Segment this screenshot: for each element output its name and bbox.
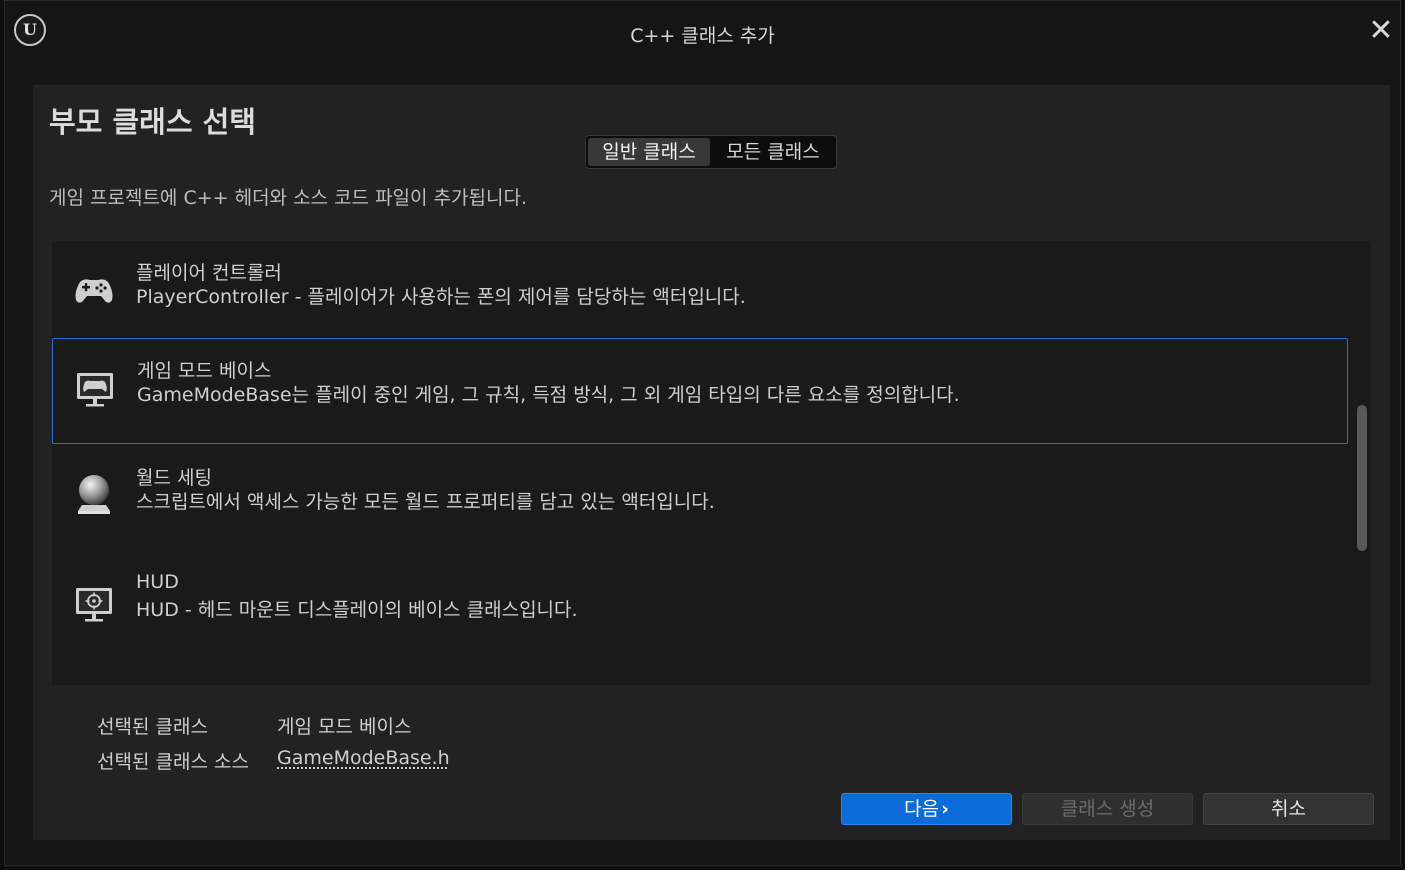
cancel-button[interactable]: 취소 <box>1203 793 1374 825</box>
class-item-description: 스크립트에서 액세스 가능한 모든 월드 프로퍼티를 담고 있는 액터입니다. <box>136 491 715 513</box>
scrollbar-thumb[interactable] <box>1357 405 1367 551</box>
list-scrollbar[interactable] <box>1356 241 1368 685</box>
game-mode-monitor-icon <box>71 364 119 412</box>
class-item-name: 월드 세팅 <box>136 467 212 489</box>
parent-class-list: 플레이어 컨트롤러 PlayerController - 플레이어가 사용하는 … <box>52 241 1371 685</box>
selected-class-source-label: 선택된 클래스 소스 <box>97 751 249 773</box>
class-item-name: HUD <box>136 571 179 593</box>
world-settings-sphere-icon <box>70 471 118 519</box>
close-button[interactable]: ✕ <box>1368 16 1394 46</box>
selected-class-source-link[interactable]: GameModeBase.h <box>277 747 450 769</box>
create-class-button[interactable]: 클래스 생성 <box>1022 793 1193 825</box>
window-title: C++ 클래스 추가 <box>630 25 775 47</box>
class-filter-toggle: 일반 클래스 모든 클래스 <box>585 135 837 169</box>
chevron-right-icon: › <box>941 798 949 820</box>
tab-common-classes[interactable]: 일반 클래스 <box>588 138 710 166</box>
class-item-description: HUD - 헤드 마운트 디스플레이의 베이스 클래스입니다. <box>136 599 578 621</box>
title-bar: U C++ 클래스 추가 ✕ <box>5 1 1400 63</box>
class-item-description: PlayerController - 플레이어가 사용하는 폰의 제어를 담당하… <box>136 286 746 308</box>
class-item-player-controller[interactable]: 플레이어 컨트롤러 PlayerController - 플레이어가 사용하는 … <box>52 241 1348 347</box>
class-item-game-mode-base[interactable]: 게임 모드 베이스 GameModeBase는 플레이 중인 게임, 그 규칙,… <box>52 338 1348 444</box>
next-button-label: 다음 <box>904 798 940 820</box>
tab-all-classes[interactable]: 모든 클래스 <box>712 138 834 166</box>
class-item-name: 플레이어 컨트롤러 <box>136 262 282 284</box>
selected-class-value: 게임 모드 베이스 <box>277 716 412 738</box>
gamepad-icon <box>70 266 118 314</box>
page-title: 부모 클래스 선택 <box>49 105 256 139</box>
dialog-description: 게임 프로젝트에 C++ 헤더와 소스 코드 파일이 추가됩니다. <box>49 187 527 209</box>
class-item-world-settings[interactable]: 월드 세팅 스크립트에서 액세스 가능한 모든 월드 프로퍼티를 담고 있는 액… <box>52 446 1348 552</box>
hud-monitor-icon <box>70 579 118 627</box>
selected-class-label: 선택된 클래스 <box>97 716 208 738</box>
content-panel: 부모 클래스 선택 일반 클래스 모든 클래스 게임 프로젝트에 C++ 헤더와… <box>33 85 1390 840</box>
class-item-hud[interactable]: HUD HUD - 헤드 마운트 디스플레이의 베이스 클래스입니다. <box>52 554 1348 660</box>
add-cpp-class-dialog: U C++ 클래스 추가 ✕ 부모 클래스 선택 일반 클래스 모든 클래스 게… <box>4 0 1401 866</box>
class-item-name: 게임 모드 베이스 <box>137 360 272 382</box>
class-item-description: GameModeBase는 플레이 중인 게임, 그 규칙, 득점 방식, 그 … <box>137 384 960 406</box>
next-button[interactable]: 다음 › <box>841 793 1012 825</box>
